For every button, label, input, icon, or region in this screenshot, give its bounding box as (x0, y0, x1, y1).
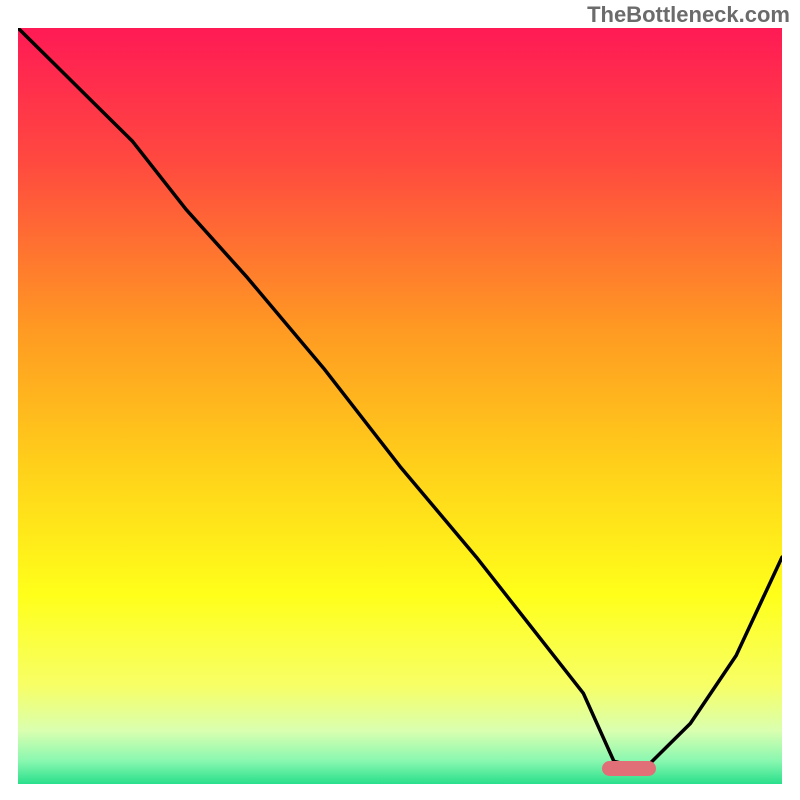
chart-svg (18, 28, 782, 784)
optimal-marker (602, 761, 655, 776)
plot-area (18, 28, 782, 784)
chart-canvas: TheBottleneck.com (0, 0, 800, 800)
watermark-label: TheBottleneck.com (587, 2, 790, 28)
